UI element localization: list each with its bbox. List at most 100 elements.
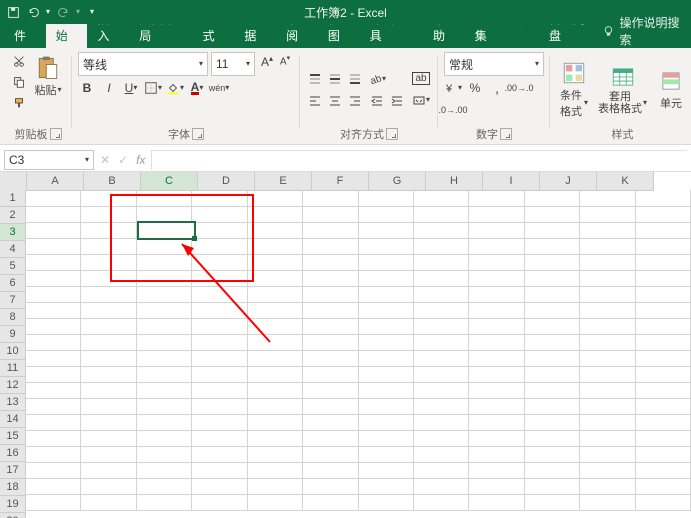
cell[interactable] <box>137 222 192 239</box>
cell[interactable] <box>137 478 192 495</box>
cell[interactable] <box>359 238 414 255</box>
cell[interactable] <box>525 414 580 431</box>
cell[interactable] <box>469 382 524 399</box>
cell[interactable] <box>636 446 691 463</box>
cell[interactable] <box>81 238 136 255</box>
cell[interactable] <box>414 222 469 239</box>
cell[interactable] <box>26 286 81 303</box>
cell[interactable] <box>303 286 358 303</box>
cell[interactable] <box>192 350 247 367</box>
row-header[interactable]: 20 <box>0 513 26 518</box>
cell[interactable] <box>636 462 691 479</box>
cell[interactable] <box>580 190 635 207</box>
align-middle-icon[interactable] <box>326 70 344 88</box>
cell[interactable] <box>359 270 414 287</box>
cell[interactable] <box>414 206 469 223</box>
cell[interactable] <box>414 494 469 511</box>
align-top-icon[interactable] <box>306 70 324 88</box>
cell[interactable] <box>580 462 635 479</box>
cell[interactable] <box>26 270 81 287</box>
increase-font-icon[interactable]: A▴ <box>258 52 276 70</box>
cell[interactable] <box>26 446 81 463</box>
cell[interactable] <box>81 414 136 431</box>
cell[interactable] <box>414 478 469 495</box>
cell[interactable] <box>192 286 247 303</box>
cell[interactable] <box>192 270 247 287</box>
cell[interactable] <box>303 254 358 271</box>
cell[interactable] <box>137 494 192 511</box>
col-header[interactable]: C <box>141 172 198 191</box>
cell[interactable] <box>192 398 247 415</box>
cell[interactable] <box>469 206 524 223</box>
cell[interactable] <box>303 302 358 319</box>
cell[interactable] <box>26 334 81 351</box>
cell[interactable] <box>192 190 247 207</box>
italic-button[interactable]: I <box>100 79 118 97</box>
fx-icon[interactable]: fx <box>136 153 145 167</box>
font-size-combo[interactable]: 11▾ <box>211 52 255 76</box>
cell[interactable] <box>580 350 635 367</box>
cell[interactable] <box>359 382 414 399</box>
cell[interactable] <box>192 238 247 255</box>
align-right-icon[interactable] <box>346 91 364 109</box>
cell[interactable] <box>248 382 303 399</box>
cell[interactable] <box>414 350 469 367</box>
cell[interactable] <box>414 446 469 463</box>
cell[interactable] <box>359 366 414 383</box>
enter-icon[interactable]: ✓ <box>118 153 128 167</box>
cell[interactable] <box>81 350 136 367</box>
cell[interactable] <box>636 366 691 383</box>
undo-icon[interactable] <box>26 5 40 19</box>
font-name-combo[interactable]: 等线▾ <box>78 52 208 76</box>
cell[interactable] <box>636 494 691 511</box>
row-header[interactable]: 18 <box>0 479 26 496</box>
cell[interactable] <box>469 350 524 367</box>
cell[interactable] <box>303 478 358 495</box>
border-icon[interactable]: ▾ <box>144 79 162 97</box>
copy-icon[interactable] <box>10 73 28 91</box>
cell[interactable] <box>81 334 136 351</box>
cell[interactable] <box>137 190 192 207</box>
cell[interactable] <box>81 462 136 479</box>
cell[interactable] <box>359 318 414 335</box>
cell[interactable] <box>81 494 136 511</box>
col-header[interactable]: G <box>369 172 426 191</box>
cell[interactable] <box>580 494 635 511</box>
cell[interactable] <box>414 318 469 335</box>
cell[interactable] <box>580 446 635 463</box>
cell[interactable] <box>303 366 358 383</box>
cell[interactable] <box>636 206 691 223</box>
cell[interactable] <box>26 414 81 431</box>
cell[interactable] <box>303 350 358 367</box>
cell[interactable] <box>636 238 691 255</box>
cell[interactable] <box>359 350 414 367</box>
cell[interactable] <box>26 254 81 271</box>
row-header[interactable]: 4 <box>0 241 26 258</box>
cell[interactable] <box>525 318 580 335</box>
percent-icon[interactable]: % <box>466 79 484 97</box>
cell[interactable] <box>192 366 247 383</box>
cell[interactable] <box>303 398 358 415</box>
cell[interactable] <box>81 430 136 447</box>
cell[interactable] <box>248 286 303 303</box>
format-table-button[interactable]: 套用 表格格式▾ <box>594 61 651 117</box>
cell[interactable] <box>469 302 524 319</box>
cell[interactable] <box>248 270 303 287</box>
cell[interactable] <box>525 430 580 447</box>
cell[interactable] <box>580 366 635 383</box>
cell[interactable] <box>525 494 580 511</box>
undo-dropdown-icon[interactable]: ▾ <box>46 8 50 16</box>
cell[interactable] <box>414 238 469 255</box>
cell[interactable] <box>137 238 192 255</box>
cell[interactable] <box>359 494 414 511</box>
cell[interactable] <box>192 222 247 239</box>
cell[interactable] <box>303 414 358 431</box>
merge-center-button[interactable]: ▾ <box>410 91 432 109</box>
col-header[interactable]: K <box>597 172 654 191</box>
cell[interactable] <box>26 238 81 255</box>
cell[interactable] <box>192 430 247 447</box>
cell[interactable] <box>414 334 469 351</box>
row-header[interactable]: 9 <box>0 326 26 343</box>
cell[interactable] <box>192 494 247 511</box>
align-left-icon[interactable] <box>306 91 324 109</box>
